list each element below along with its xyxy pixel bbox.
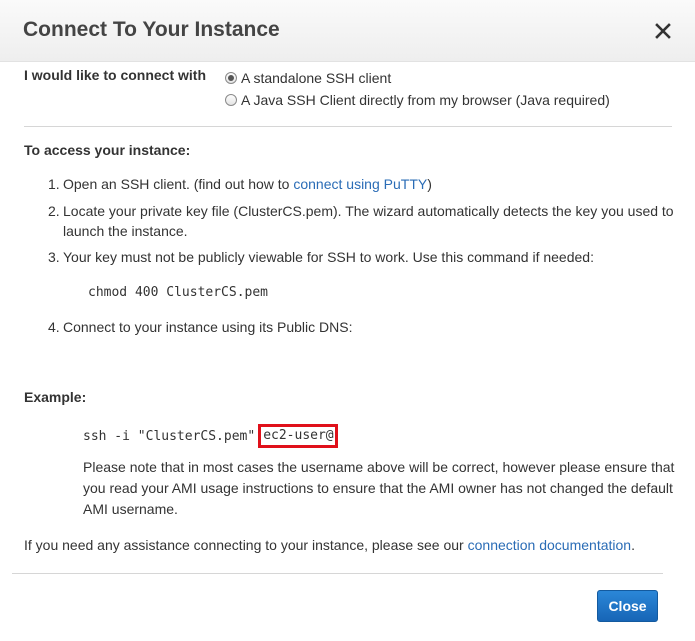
chmod-command: chmod 400 ClusterCS.pem: [88, 285, 269, 300]
step-1-text: Open an SSH client. (find out how to: [63, 176, 294, 192]
step-3: 3. Your key must not be publicly viewabl…: [48, 247, 678, 267]
section-divider: [24, 126, 672, 127]
radio-java-ssh-label: A Java SSH Client directly from my brows…: [241, 92, 610, 108]
step-number: 1.: [48, 176, 60, 192]
help-text-suffix: .: [631, 537, 635, 553]
username-note: Please note that in most cases the usern…: [83, 459, 675, 517]
close-button[interactable]: Close: [597, 590, 658, 622]
help-text-prefix: If you need any assistance connecting to…: [24, 537, 468, 553]
ssh-example-command: ssh -i "ClusterCS.pem" ec2-user@: [83, 424, 338, 448]
radio-button-unchecked[interactable]: [225, 94, 237, 106]
access-instance-title: To access your instance:: [24, 142, 191, 158]
ssh-username-highlight: ec2-user@: [258, 424, 338, 448]
dialog-title: Connect To Your Instance: [23, 18, 280, 41]
step-2-text: Locate your private key file (ClusterCS.…: [63, 203, 674, 239]
step-4-text: Connect to your instance using its Publi…: [63, 319, 353, 335]
step-number: 3.: [48, 249, 60, 265]
example-title: Example:: [24, 389, 87, 405]
dialog-header: Connect To Your Instance: [0, 0, 695, 62]
step-2: 2. Locate your private key file (Cluster…: [48, 201, 678, 241]
connect-with-label: I would like to connect with: [24, 67, 207, 83]
connection-documentation-link[interactable]: connection documentation: [468, 537, 631, 553]
help-text: If you need any assistance connecting to…: [24, 537, 635, 553]
step-1-suffix: ): [427, 176, 432, 192]
connect-using-putty-link[interactable]: connect using PuTTY: [293, 176, 427, 192]
step-3-text: Your key must not be publicly viewable f…: [63, 249, 594, 265]
step-number: 2.: [48, 203, 60, 219]
step-4: 4. Connect to your instance using its Pu…: [48, 317, 678, 337]
step-number: 4.: [48, 319, 60, 335]
radio-button-checked[interactable]: [225, 72, 237, 84]
radio-standalone-ssh-label: A standalone SSH client: [241, 70, 392, 86]
footer-divider: [12, 573, 663, 574]
close-icon[interactable]: [652, 20, 674, 42]
ssh-command-prefix: ssh -i "ClusterCS.pem": [83, 428, 256, 444]
radio-java-ssh[interactable]: A Java SSH Client directly from my brows…: [225, 92, 610, 108]
radio-standalone-ssh[interactable]: A standalone SSH client: [225, 70, 391, 86]
step-1: 1. Open an SSH client. (find out how to …: [48, 174, 678, 194]
